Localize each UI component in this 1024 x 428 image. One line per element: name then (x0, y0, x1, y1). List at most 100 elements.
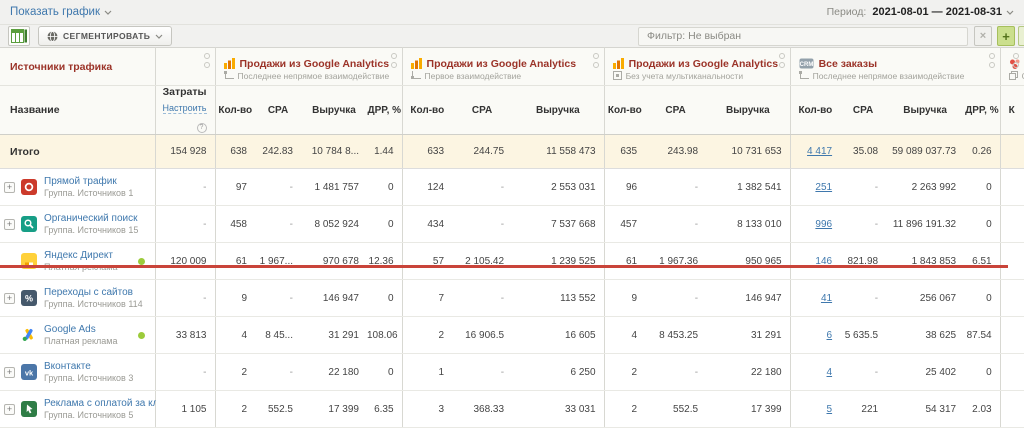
column-settings-icon[interactable] (204, 53, 210, 68)
expand-button[interactable] (4, 182, 15, 193)
orders-count-link[interactable]: 4 417 (807, 146, 832, 157)
vkontakte-icon: vk (21, 364, 37, 380)
attribution-subtitle-row: Со (1001, 71, 1024, 81)
metric-cell: 146 947 (706, 280, 790, 317)
add-filter-button[interactable]: + (997, 26, 1015, 46)
metric-group-title: Продажи из Google Analytics (427, 58, 577, 70)
column-settings-icon[interactable] (593, 53, 599, 68)
metric-group-title: Продажи из Google Analytics (240, 58, 390, 70)
orders-count-link[interactable]: 41 (821, 293, 832, 304)
expand-button[interactable] (4, 367, 15, 378)
metric-cell: 1 382 541 (706, 169, 790, 206)
expand-button[interactable] (4, 404, 15, 415)
source-name-link[interactable]: Реклама с оплатой за клик (44, 398, 168, 409)
filter-input[interactable] (638, 27, 968, 46)
metric-cell: 5 635.5 (840, 317, 886, 354)
svg-text:vk: vk (25, 369, 34, 378)
period-selector[interactable]: Период: 2021-08-01 — 2021-08-31 (827, 6, 1014, 18)
metric-cell: 0 (367, 206, 402, 243)
source-name-wrap: Google AdsПлатная реклама (0, 324, 155, 346)
metric-cell: 552.5 (255, 391, 301, 428)
metric-cell: 8 453.25 (645, 317, 706, 354)
column-settings-icon[interactable] (779, 53, 785, 68)
metric-cell: 3 (402, 391, 452, 428)
column-settings-icon[interactable] (391, 53, 397, 68)
gear-icon (391, 62, 397, 68)
orders-count-link[interactable]: 6 (827, 330, 833, 341)
metric-cell: 41 (790, 280, 840, 317)
source-name-block: Реклама с оплатой за кликГруппа. Источни… (44, 398, 168, 420)
metric-group-header: Продажи из Google AnalyticsПервое взаимо… (402, 48, 604, 86)
table-row: Прямой трафикГруппа. Источников 1-97-1 4… (0, 169, 1024, 206)
metric-cell: 54 317 (886, 391, 964, 428)
source-name-link[interactable]: Google Ads (44, 324, 118, 335)
metric-cell: 458 (215, 206, 255, 243)
metric-cell: - (255, 280, 301, 317)
column-settings-icon[interactable] (1013, 53, 1019, 68)
total-row: Итого154 928638242.8310 784 8...1.446332… (0, 135, 1024, 169)
metric-group-title-row: Продажи из Google Analytics (403, 53, 604, 71)
costs-cell: 1 105 (155, 391, 215, 428)
metric-cell: 10 784 8... (301, 135, 367, 169)
source-name-cell: vkВконтактеГруппа. Источников 3 (0, 354, 155, 391)
costs-cell: - (155, 280, 215, 317)
table-icon (11, 29, 27, 43)
help-icon[interactable]: ? (197, 123, 207, 133)
attribution-subtitle-row: Последнее непрямое взаимодействие (216, 71, 402, 81)
orders-count-link[interactable]: 4 (827, 367, 833, 378)
last-indirect-icon (224, 71, 234, 80)
source-name-link[interactable]: Яндекс Директ (44, 250, 118, 261)
source-name-wrap: %Переходы с сайтовГруппа. Источников 114 (0, 287, 155, 309)
clear-filter-button[interactable]: × (974, 26, 992, 46)
orders-count-link[interactable]: 5 (827, 404, 833, 415)
metric-cell: - (452, 280, 512, 317)
metric-cell (1000, 280, 1024, 317)
metric-cell: 10 731 653 (706, 135, 790, 169)
table-view-button[interactable] (8, 26, 30, 46)
expand-button[interactable] (4, 219, 15, 230)
show-chart-toggle[interactable]: Показать график (10, 6, 112, 18)
table-row: Google AdsПлатная реклама33 81348 45...3… (0, 317, 1024, 354)
metric-cell: 950 965 (706, 243, 790, 280)
source-name-link[interactable]: Прямой трафик (44, 176, 133, 187)
period-value: 2021-08-01 — 2021-08-31 (872, 6, 1002, 18)
metric-cell: 5 (790, 391, 840, 428)
column-settings-icon[interactable] (989, 53, 995, 68)
gear-icon (593, 53, 599, 59)
metric-cell: - (255, 206, 301, 243)
metric-group-title-row: CRMВсе заказы (791, 53, 1000, 71)
metric-cell: 57 (402, 243, 452, 280)
metric-cell: - (255, 354, 301, 391)
attribution-subtitle-row: Последнее непрямое взаимодействие (791, 71, 1000, 81)
filter-dropdown-button[interactable] (1018, 26, 1024, 46)
source-name-link[interactable]: Органический поиск (44, 213, 138, 224)
source-name-wrap: Прямой трафикГруппа. Источников 1 (0, 176, 155, 198)
expand-button[interactable] (4, 293, 15, 304)
metric-cell: 17 399 (301, 391, 367, 428)
metric-cell: 0 (367, 354, 402, 391)
metric-cell: 6.51 (964, 243, 1000, 280)
metric-cell: 0 (964, 280, 1000, 317)
orders-count-link[interactable]: 996 (815, 219, 832, 230)
metric-cell: 146 (790, 243, 840, 280)
attribution-subtitle-row: Без учета мультиканальности (605, 71, 790, 81)
costs-header-label: Затраты (156, 86, 207, 98)
metric-cell: 0.26 (964, 135, 1000, 169)
metric-cell (1000, 243, 1024, 280)
metric-cell: 2 (604, 391, 645, 428)
metric-cell: - (452, 354, 512, 391)
source-name-link[interactable]: Вконтакте (44, 361, 133, 372)
metric-cell: 1 843 853 (886, 243, 964, 280)
configure-costs-link[interactable]: Настроить (163, 103, 207, 114)
metric-group-header: ЗаСо (1000, 48, 1024, 86)
orders-count-link[interactable]: 251 (815, 182, 832, 193)
metric-cell: 22 180 (706, 354, 790, 391)
column-header: Выручка (886, 86, 964, 135)
metric-cell: 11 558 473 (512, 135, 604, 169)
metric-cell: 61 (215, 243, 255, 280)
metric-cell: 457 (604, 206, 645, 243)
segment-button[interactable]: СЕГМЕНТИРОВАТЬ (38, 26, 172, 46)
source-name-link[interactable]: Переходы с сайтов (44, 287, 143, 298)
column-header: К (1000, 86, 1024, 135)
metric-cell: 0 (367, 280, 402, 317)
